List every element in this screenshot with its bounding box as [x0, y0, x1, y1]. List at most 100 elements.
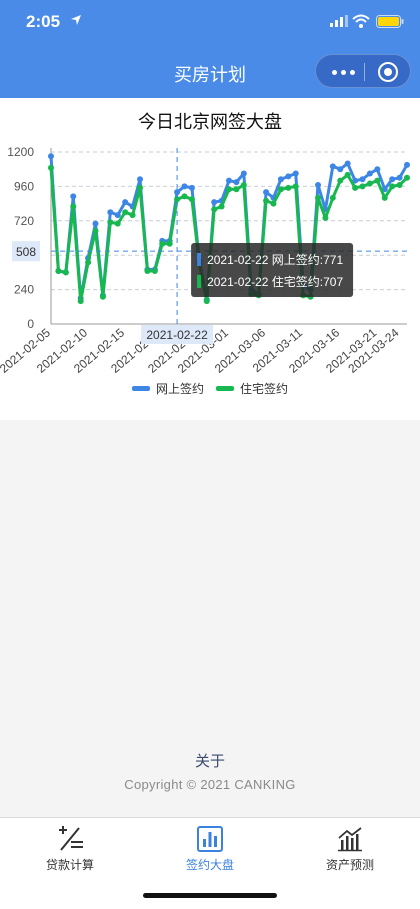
data-point: [70, 203, 77, 210]
trend-chart-icon: [338, 827, 362, 852]
data-point: [240, 170, 247, 177]
data-point: [203, 298, 210, 305]
legend-swatch: [132, 386, 150, 391]
data-point: [233, 186, 240, 193]
y-tick-label: 720: [14, 214, 34, 228]
data-point: [92, 220, 99, 227]
data-point: [285, 184, 292, 191]
signal-icon: [330, 15, 348, 27]
data-point: [396, 181, 403, 188]
legend-item: 网上签约: [132, 381, 204, 396]
close-mini-program-icon[interactable]: [376, 60, 400, 84]
data-point: [285, 173, 292, 180]
data-point: [389, 176, 396, 183]
data-point: [226, 186, 232, 193]
data-point: [188, 184, 195, 191]
copyright-text: Copyright © 2021 CANKING: [124, 777, 296, 792]
data-point: [374, 177, 381, 184]
data-point: [292, 183, 299, 190]
y-tick-label: 960: [14, 179, 34, 193]
chart-title: 今日北京网签大盘: [138, 112, 282, 132]
wifi-icon: [352, 14, 370, 28]
data-point: [226, 177, 232, 184]
tab-signing-board[interactable]: 签约大盘: [140, 826, 280, 876]
location-arrow-icon: [71, 15, 81, 25]
data-point: [344, 160, 351, 167]
navigation-bar: 买房计划: [0, 44, 420, 98]
legend-label: 住宅签约: [240, 381, 288, 396]
mini-program-capsule: [315, 54, 411, 88]
data-point: [181, 193, 188, 200]
bar-chart-icon: [197, 826, 223, 852]
status-bar: 2:05: [0, 0, 420, 44]
data-point: [270, 200, 277, 207]
data-point: [48, 164, 54, 171]
line-chart[interactable]: 024072096012002021-02-052021-02-102021-0…: [0, 138, 420, 420]
tab-label: 资产预测: [325, 858, 374, 872]
tab-asset-forecast[interactable]: 资产预测: [280, 826, 420, 876]
data-point: [404, 161, 410, 168]
data-point: [315, 181, 321, 188]
battery-icon: [376, 15, 404, 28]
crosshair-y-label-text: 508: [16, 245, 36, 259]
home-indicator: [143, 893, 277, 898]
data-point: [85, 259, 92, 266]
data-point: [166, 240, 173, 247]
data-point: [366, 180, 373, 187]
data-point: [92, 227, 99, 234]
data-point: [211, 199, 218, 206]
data-point: [233, 179, 240, 186]
data-point: [122, 199, 129, 206]
data-point: [329, 194, 336, 201]
data-point: [188, 196, 195, 203]
data-point: [292, 170, 299, 177]
data-point: [99, 293, 106, 300]
calculator-icon: [59, 826, 83, 851]
data-point: [62, 269, 69, 276]
tooltip-row: 2021-02-22 网上签约:771: [207, 252, 343, 267]
tab-loan-calculator[interactable]: 贷款计算: [0, 826, 140, 876]
data-point: [218, 203, 225, 210]
capsule-divider: [364, 63, 365, 81]
legend-swatch: [216, 386, 234, 391]
data-point: [263, 197, 270, 204]
data-point: [122, 209, 129, 216]
about-link[interactable]: 关于: [0, 750, 420, 771]
data-point: [381, 194, 388, 201]
data-point: [374, 166, 381, 173]
crosshair-x-label: 2021-02-22: [141, 325, 214, 344]
data-point: [107, 219, 114, 226]
data-point: [277, 176, 284, 183]
crosshair-x-label-text: 2021-02-22: [146, 328, 208, 342]
data-point: [114, 212, 121, 219]
data-point: [329, 163, 336, 170]
chart-card: 今日北京网签大盘 0 240 720 960 1200 2021-02-05 2021-02…: [0, 98, 420, 420]
tab-label: 签约大盘: [185, 858, 234, 872]
data-point: [137, 176, 143, 183]
tooltip-row: 2021-02-22 住宅签约:707: [207, 274, 343, 289]
y-tick-label: 0: [27, 317, 34, 331]
data-point: [277, 186, 284, 193]
data-point: [70, 193, 77, 200]
data-point: [359, 183, 366, 190]
data-point: [159, 240, 166, 247]
data-point: [337, 166, 344, 173]
data-point: [144, 267, 151, 274]
data-point: [77, 298, 84, 305]
data-point: [263, 189, 270, 196]
status-time: 2:05: [26, 12, 61, 31]
legend-label: 网上签约: [156, 381, 204, 396]
data-point: [211, 206, 218, 213]
data-point: [129, 212, 136, 219]
data-point: [151, 267, 158, 274]
data-point: [48, 153, 54, 160]
more-menu-button[interactable]: [326, 55, 362, 89]
y-tick-label: 240: [14, 283, 34, 297]
data-point: [404, 174, 410, 181]
data-point: [240, 181, 247, 188]
tooltip-marker: [197, 275, 202, 288]
tooltip-marker: [197, 253, 202, 266]
data-point: [322, 214, 329, 221]
crosshair-y-label: 508: [12, 241, 40, 262]
data-point: [114, 220, 121, 227]
